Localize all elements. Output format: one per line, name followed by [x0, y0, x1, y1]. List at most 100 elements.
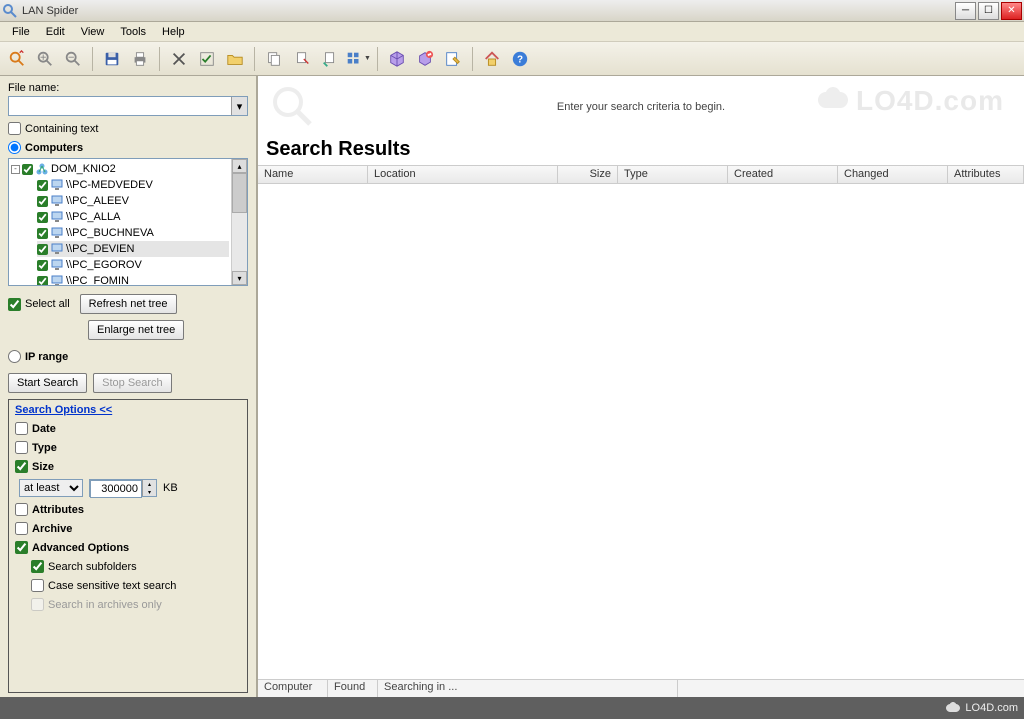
hint-text: Enter your search criteria to begin.	[557, 101, 725, 113]
col-changed[interactable]: Changed	[838, 166, 948, 183]
sidebar: File name: ▾ Containing text Computers -…	[0, 76, 258, 697]
file-name-combo[interactable]: ▾	[8, 96, 248, 116]
tree-item-checkbox[interactable]	[37, 260, 48, 271]
enlarge-net-tree-button[interactable]: Enlarge net tree	[88, 320, 184, 340]
select-all-checkbox[interactable]	[8, 298, 21, 311]
ip-range-radio[interactable]	[8, 350, 21, 363]
size-checkbox[interactable]	[15, 460, 28, 473]
zoom-in-icon[interactable]	[32, 46, 58, 72]
col-size[interactable]: Size	[558, 166, 618, 183]
tree-item-checkbox[interactable]	[37, 180, 48, 191]
cube-icon[interactable]	[384, 46, 410, 72]
containing-text-checkbox[interactable]	[8, 122, 21, 135]
attributes-label: Attributes	[32, 504, 84, 516]
size-value-spinner[interactable]: ▴▾	[89, 479, 157, 497]
tree-root[interactable]: - DOM_KNIO2	[11, 161, 229, 177]
computer-icon	[50, 178, 64, 192]
chevron-down-icon[interactable]: ▾	[231, 97, 247, 115]
tree-root-checkbox[interactable]	[22, 164, 33, 175]
scroll-thumb[interactable]	[232, 173, 247, 213]
menu-view[interactable]: View	[73, 24, 113, 40]
watermark: LO4D.com	[816, 84, 1004, 118]
tree-item-label: \\PC_BUCHNEVA	[66, 227, 154, 239]
delete-icon[interactable]	[166, 46, 192, 72]
tree-scrollbar[interactable]: ▴ ▾	[231, 159, 247, 285]
search-options-toggle[interactable]: Search Options <<	[15, 404, 241, 416]
search-subfolders-checkbox[interactable]	[31, 560, 44, 573]
computers-radio[interactable]	[8, 141, 21, 154]
magnifier-icon	[268, 82, 316, 133]
menu-tools[interactable]: Tools	[112, 24, 154, 40]
search-options-panel: Search Options << Date Type Size at leas…	[8, 399, 248, 693]
footer: LO4D.com	[0, 697, 1024, 719]
help-icon[interactable]: ?	[507, 46, 533, 72]
date-checkbox[interactable]	[15, 422, 28, 435]
tree-item[interactable]: \\PC_ALEEV	[37, 193, 229, 209]
paste-icon[interactable]	[317, 46, 343, 72]
print-icon[interactable]	[127, 46, 153, 72]
archive-checkbox[interactable]	[15, 522, 28, 535]
tree-item-checkbox[interactable]	[37, 244, 48, 255]
size-label: Size	[32, 461, 54, 473]
archive-label: Archive	[32, 523, 72, 535]
search-subfolders-label: Search subfolders	[48, 561, 137, 573]
collapse-icon[interactable]: -	[11, 165, 20, 174]
menu-edit[interactable]: Edit	[38, 24, 73, 40]
col-type[interactable]: Type	[618, 166, 728, 183]
status-computer: Computer	[258, 680, 328, 697]
col-created[interactable]: Created	[728, 166, 838, 183]
tree-item[interactable]: \\PC-MEDVEDEV	[37, 177, 229, 193]
copy-icon[interactable]	[261, 46, 287, 72]
computer-icon	[50, 242, 64, 256]
spin-up-icon[interactable]: ▴	[142, 480, 156, 488]
tree-item[interactable]: \\PC_DEVIEN	[37, 241, 229, 257]
zoom-out-icon[interactable]	[60, 46, 86, 72]
edit-form-icon[interactable]	[440, 46, 466, 72]
scroll-down-icon[interactable]: ▾	[232, 271, 247, 285]
network-icon	[35, 162, 49, 176]
size-operator-select[interactable]: at least	[19, 479, 83, 497]
tree-item-checkbox[interactable]	[37, 276, 48, 286]
spin-down-icon[interactable]: ▾	[142, 488, 156, 496]
tree-item[interactable]: \\PC_ALLA	[37, 209, 229, 225]
search-icon[interactable]	[4, 46, 30, 72]
tree-item[interactable]: \\PC_EGOROV	[37, 257, 229, 273]
scroll-up-icon[interactable]: ▴	[232, 159, 247, 173]
home-icon[interactable]	[479, 46, 505, 72]
check-icon[interactable]	[194, 46, 220, 72]
start-search-button[interactable]: Start Search	[8, 373, 87, 393]
menu-help[interactable]: Help	[154, 24, 193, 40]
type-checkbox[interactable]	[15, 441, 28, 454]
attributes-checkbox[interactable]	[15, 503, 28, 516]
case-sensitive-checkbox[interactable]	[31, 579, 44, 592]
advanced-checkbox[interactable]	[15, 541, 28, 554]
maximize-button[interactable]: ☐	[978, 2, 999, 20]
banner: Enter your search criteria to begin. LO4…	[258, 76, 1024, 138]
folder-open-icon[interactable]	[222, 46, 248, 72]
cube-remove-icon[interactable]	[412, 46, 438, 72]
col-name[interactable]: Name	[258, 166, 368, 183]
tree-item[interactable]: \\PC_FOMIN	[37, 273, 229, 285]
view-options-icon[interactable]: ▼	[345, 46, 371, 72]
inner-status-bar: Computer Found Searching in ...	[258, 679, 1024, 697]
menu-file[interactable]: File	[4, 24, 38, 40]
file-name-input[interactable]	[9, 97, 231, 115]
save-icon[interactable]	[99, 46, 125, 72]
size-value-input[interactable]	[90, 480, 142, 498]
tree-root-label: DOM_KNIO2	[51, 163, 116, 175]
tree-item-checkbox[interactable]	[37, 196, 48, 207]
col-attributes[interactable]: Attributes	[948, 166, 1024, 183]
computers-label: Computers	[25, 142, 83, 154]
file-name-label: File name:	[8, 82, 248, 94]
tree-item[interactable]: \\PC_BUCHNEVA	[37, 225, 229, 241]
close-button[interactable]: ✕	[1001, 2, 1022, 20]
minimize-button[interactable]: ─	[955, 2, 976, 20]
refresh-net-tree-button[interactable]: Refresh net tree	[80, 294, 177, 314]
tree-item-checkbox[interactable]	[37, 212, 48, 223]
tree-item-label: \\PC_ALLA	[66, 211, 120, 223]
tree-item-label: \\PC-MEDVEDEV	[66, 179, 153, 191]
cut-icon[interactable]	[289, 46, 315, 72]
col-location[interactable]: Location	[368, 166, 558, 183]
title-bar: LAN Spider ─ ☐ ✕	[0, 0, 1024, 22]
tree-item-checkbox[interactable]	[37, 228, 48, 239]
